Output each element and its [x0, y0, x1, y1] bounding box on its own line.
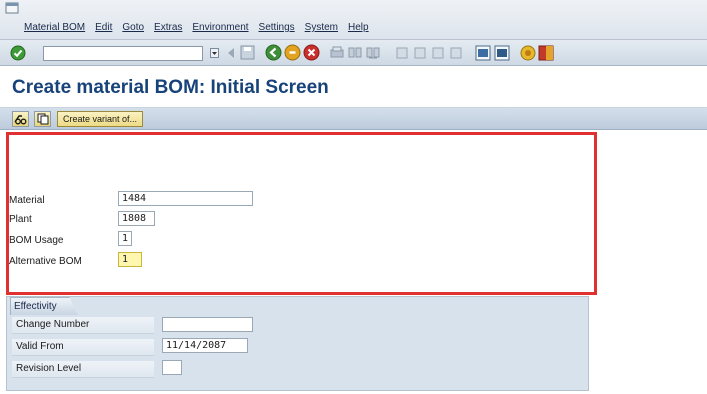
new-session-icon[interactable]: [475, 45, 491, 61]
menu-goto[interactable]: Goto: [122, 22, 144, 33]
previous-page-icon: [414, 47, 426, 59]
bom-usage-input[interactable]: 1: [118, 231, 132, 246]
help-icon[interactable]: [520, 45, 536, 61]
menu-items: Material BOM Edit Goto Extras Environmen…: [24, 22, 369, 33]
enter-checkmark-icon[interactable]: [10, 45, 26, 61]
plant-label: Plant: [9, 214, 32, 225]
back-icon[interactable]: [265, 44, 282, 61]
copy-button[interactable]: [34, 111, 51, 127]
menu-bar: Material BOM Edit Goto Extras Environmen…: [0, 0, 707, 40]
plant-input[interactable]: 1808: [118, 211, 155, 226]
window-menu-icon[interactable]: [5, 2, 20, 15]
first-page-icon: [396, 47, 408, 59]
menu-extras[interactable]: Extras: [154, 22, 182, 33]
highlight-box: [6, 132, 597, 295]
change-number-input[interactable]: [162, 317, 253, 332]
valid-from-label: Valid From: [12, 339, 154, 356]
menu-settings[interactable]: Settings: [259, 22, 295, 33]
material-label: Material: [9, 195, 45, 206]
command-field[interactable]: [43, 46, 203, 61]
create-variant-button[interactable]: Create variant of...: [57, 111, 144, 127]
bom-usage-label: BOM Usage: [9, 235, 64, 246]
change-number-label: Change Number: [12, 317, 154, 334]
display-button[interactable]: [12, 111, 29, 127]
material-input[interactable]: 1484: [118, 191, 253, 206]
create-shortcut-icon[interactable]: [494, 45, 510, 61]
exit-icon[interactable]: [284, 44, 301, 61]
customize-layout-icon[interactable]: [538, 45, 554, 61]
save-icon[interactable]: [240, 45, 255, 60]
effectivity-tab: Effectivity: [10, 297, 78, 315]
valid-from-input[interactable]: 11/14/2087: [162, 338, 248, 353]
find-next-icon: [366, 47, 380, 59]
menu-material-bom[interactable]: Material BOM: [24, 22, 85, 33]
revision-level-input[interactable]: [162, 360, 182, 375]
alternative-bom-input[interactable]: 1: [118, 252, 142, 267]
revision-level-label: Revision Level: [12, 361, 154, 378]
application-toolbar: Create variant of...: [0, 108, 707, 130]
page-title: Create material BOM: Initial Screen: [12, 77, 329, 98]
alternative-bom-label: Alternative BOM: [9, 256, 82, 267]
standard-toolbar: [0, 40, 707, 66]
menu-help[interactable]: Help: [348, 22, 369, 33]
print-icon: [330, 46, 344, 58]
find-icon: [348, 47, 362, 58]
command-dropdown-icon[interactable]: [210, 48, 219, 58]
cancel-icon[interactable]: [303, 44, 320, 61]
menu-edit[interactable]: Edit: [95, 22, 112, 33]
next-page-icon: [432, 47, 444, 59]
glasses-icon: [14, 115, 27, 125]
menu-system[interactable]: System: [305, 22, 338, 33]
prev-arrow-icon: [228, 48, 234, 58]
last-page-icon: [450, 47, 462, 59]
title-bar: Create material BOM: Initial Screen: [0, 66, 707, 108]
menu-environment[interactable]: Environment: [192, 22, 248, 33]
copy-icon: [37, 113, 48, 125]
